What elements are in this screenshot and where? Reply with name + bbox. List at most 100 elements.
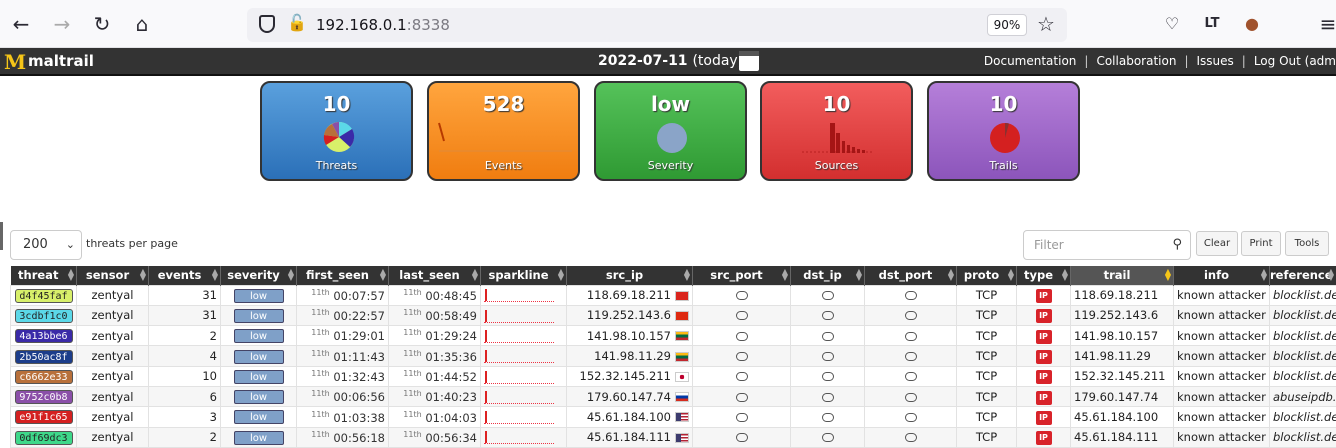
threat-id-badge[interactable]: 0df69dc3	[15, 431, 73, 445]
trail-cell[interactable]: 119.252.143.6	[1071, 305, 1174, 325]
comment-bubble-icon[interactable]	[905, 332, 917, 341]
src-port-cell[interactable]	[693, 366, 791, 386]
calendar-icon[interactable]	[739, 51, 759, 71]
dst-ip-cell[interactable]	[791, 366, 865, 386]
comment-bubble-icon[interactable]	[736, 311, 748, 320]
column-header-proto[interactable]: proto▲▼	[957, 266, 1017, 285]
trail-cell[interactable]: 152.32.145.211	[1071, 366, 1174, 386]
stat-sources[interactable]: 10 Sources	[760, 81, 913, 181]
column-header-last-seen[interactable]: last_seen▲▼	[389, 266, 481, 285]
threat-id-badge[interactable]: 9752c0b8	[15, 390, 73, 404]
column-header-type[interactable]: type▲▼	[1017, 266, 1071, 285]
threat-cell[interactable]: 0df69dc3	[11, 427, 77, 447]
reference-cell[interactable]: blocklist.de +2	[1270, 427, 1336, 447]
comment-bubble-icon[interactable]	[905, 291, 917, 300]
sort-arrows-icon[interactable]: ▲▼	[140, 269, 146, 281]
link-documentation[interactable]: Documentation	[984, 54, 1077, 68]
reference-cell[interactable]: blocklist.de +2	[1270, 305, 1336, 325]
comment-bubble-icon[interactable]	[822, 332, 834, 341]
stat-trails[interactable]: 10 Trails	[927, 81, 1080, 181]
comment-bubble-icon[interactable]	[736, 291, 748, 300]
column-header-events[interactable]: events▲▼	[149, 266, 221, 285]
sort-arrows-icon[interactable]: ▲▼	[948, 269, 954, 281]
dst-port-cell[interactable]	[865, 305, 957, 325]
src-port-cell[interactable]	[693, 346, 791, 366]
dst-ip-cell[interactable]	[791, 346, 865, 366]
sort-arrows-icon[interactable]: ▲▼	[558, 269, 564, 281]
table-row[interactable]: 2b50ac8fzentyal4low11th 01:11:4311th 01:…	[11, 346, 1336, 366]
src-ip-cell[interactable]: 118.69.18.211	[567, 285, 693, 305]
comment-bubble-icon[interactable]	[905, 352, 917, 361]
column-header-dst-port[interactable]: dst_port▲▼	[865, 266, 957, 285]
trail-cell[interactable]: 179.60.147.74	[1071, 386, 1174, 406]
link-collaboration[interactable]: Collaboration	[1096, 54, 1176, 68]
address-bar[interactable]: 🔓 192.168.0.1:8338 90% ☆	[247, 8, 1067, 42]
pocket-icon[interactable]: ♡	[1160, 12, 1184, 36]
comment-bubble-icon[interactable]	[736, 372, 748, 381]
threat-cell[interactable]: e91f1c65	[11, 407, 77, 427]
comment-bubble-icon[interactable]	[736, 413, 748, 422]
threat-id-badge[interactable]: 2b50ac8f	[15, 350, 73, 364]
src-port-cell[interactable]	[693, 326, 791, 346]
comment-bubble-icon[interactable]	[736, 352, 748, 361]
sort-arrows-icon[interactable]: ▲▼	[68, 269, 74, 281]
table-row[interactable]: 3cdbf1c0zentyal31low11th 00:22:5711th 00…	[11, 305, 1336, 325]
reference-cell[interactable]: blocklist.de +2	[1270, 366, 1336, 386]
dst-ip-cell[interactable]	[791, 427, 865, 447]
comment-bubble-icon[interactable]	[822, 311, 834, 320]
stat-events[interactable]: 528 Events	[427, 81, 580, 181]
dst-ip-cell[interactable]	[791, 305, 865, 325]
link-issues[interactable]: Issues	[1196, 54, 1233, 68]
reload-icon[interactable]: ↻	[90, 12, 114, 36]
column-header-sparkline[interactable]: sparkline▲▼	[481, 266, 567, 285]
comment-bubble-icon[interactable]	[736, 393, 748, 402]
trail-cell[interactable]: 45.61.184.111	[1071, 427, 1174, 447]
reference-cell[interactable]: blocklist.de +2	[1270, 346, 1336, 366]
url-text[interactable]: 192.168.0.1:8338	[316, 16, 450, 34]
clear-button[interactable]: Clear	[1196, 231, 1238, 256]
forward-icon[interactable]: →	[50, 12, 74, 36]
table-row[interactable]: 0df69dc3zentyal2low11th 00:56:1811th 00:…	[11, 427, 1336, 447]
sort-arrows-icon[interactable]: ▲▼	[380, 269, 386, 281]
tools-button[interactable]: Tools	[1285, 231, 1329, 256]
sort-arrows-icon[interactable]: ▲▼	[1261, 269, 1267, 281]
src-ip-cell[interactable]: 141.98.10.157	[567, 326, 693, 346]
column-header-sensor[interactable]: sensor▲▼	[77, 266, 149, 285]
languagetool-icon[interactable]: LT	[1200, 12, 1224, 36]
sort-arrows-icon[interactable]: ▲▼	[1062, 269, 1068, 281]
threat-cell[interactable]: c6662e33	[11, 366, 77, 386]
comment-bubble-icon[interactable]	[822, 372, 834, 381]
comment-bubble-icon[interactable]	[822, 413, 834, 422]
trail-cell[interactable]: 118.69.18.211	[1071, 285, 1174, 305]
comment-bubble-icon[interactable]	[905, 393, 917, 402]
comment-bubble-icon[interactable]	[905, 372, 917, 381]
trail-cell[interactable]: 45.61.184.100	[1071, 407, 1174, 427]
table-row[interactable]: 9752c0b8zentyal6low11th 00:06:5611th 01:…	[11, 386, 1336, 406]
comment-bubble-icon[interactable]	[905, 433, 917, 442]
table-row[interactable]: e91f1c65zentyal3low11th 01:03:3811th 01:…	[11, 407, 1336, 427]
threat-id-badge[interactable]: e91f1c65	[15, 410, 73, 424]
src-ip-cell[interactable]: 45.61.184.111	[567, 427, 693, 447]
dst-ip-cell[interactable]	[791, 386, 865, 406]
insecure-lock-icon[interactable]: 🔓	[287, 13, 307, 32]
src-ip-cell[interactable]: 119.252.143.6	[567, 305, 693, 325]
reference-cell[interactable]: blocklist.de +3	[1270, 407, 1336, 427]
dst-ip-cell[interactable]	[791, 407, 865, 427]
threat-cell[interactable]: 4a13bbe6	[11, 326, 77, 346]
shield-icon[interactable]	[259, 15, 275, 33]
reference-cell[interactable]: blocklist.de +2	[1270, 326, 1336, 346]
sort-arrows-icon[interactable]: ▲▼	[856, 269, 862, 281]
zoom-badge[interactable]: 90%	[987, 14, 1027, 36]
comment-bubble-icon[interactable]	[736, 332, 748, 341]
sort-arrows-icon[interactable]: ▲▼	[1328, 269, 1334, 281]
src-ip-cell[interactable]: 179.60.147.74	[567, 386, 693, 406]
column-header-trail[interactable]: trail▲▼	[1071, 266, 1174, 285]
dst-port-cell[interactable]	[865, 427, 957, 447]
src-port-cell[interactable]	[693, 285, 791, 305]
table-row[interactable]: c6662e33zentyal10low11th 01:32:4311th 01…	[11, 366, 1336, 386]
comment-bubble-icon[interactable]	[822, 352, 834, 361]
table-row[interactable]: d4f45fafzentyal31low11th 00:07:5711th 00…	[11, 285, 1336, 305]
sort-arrows-icon[interactable]: ▲▼	[288, 269, 294, 281]
dst-port-cell[interactable]	[865, 386, 957, 406]
page-size-select[interactable]: 200⌄	[10, 230, 82, 260]
